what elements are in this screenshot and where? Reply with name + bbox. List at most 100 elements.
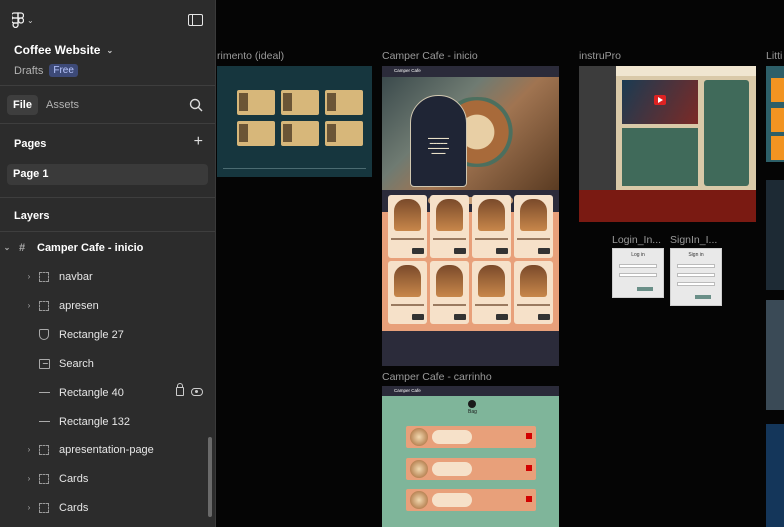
frame-partial[interactable] (766, 300, 784, 410)
frame-label[interactable]: rimento (ideal) (217, 50, 284, 62)
layer-label: Rectangle 132 (59, 415, 130, 428)
product-card (388, 261, 427, 324)
signin-title: Sign in (688, 252, 704, 258)
layer-row-rectangle-132[interactable]: Rectangle 132 (0, 407, 215, 436)
chevron-down-icon: ⌄ (106, 45, 114, 55)
add-page-icon[interactable]: + (194, 134, 203, 150)
card-thumb (237, 121, 275, 146)
card-thumb (281, 121, 319, 146)
frame-partial[interactable] (766, 424, 784, 527)
layer-row-apresentation-page[interactable]: › apresentation-page (0, 435, 215, 464)
product-card (514, 195, 553, 258)
play-icon (654, 95, 666, 105)
side-panel (704, 80, 749, 186)
layer-label: Rectangle 27 (59, 328, 124, 341)
layer-row-rectangle-27[interactable]: Rectangle 27 (0, 320, 215, 349)
nav-brand: Camper Cafe (394, 388, 421, 393)
frame-ideal[interactable] (217, 66, 372, 177)
card-thumb (325, 121, 363, 146)
chevron-right-icon[interactable]: › (24, 445, 34, 454)
layer-row-rectangle-40[interactable]: Rectangle 40 (0, 378, 215, 407)
pages-title: Pages (14, 138, 47, 150)
video-thumb (622, 80, 698, 124)
frame-camper-cafe-inicio[interactable]: Camper Cafe ▬▬▬▬▬▬ ▬▬▬▬▬ ▬▬▬▬▬▬ ▬▬▬▬ (382, 66, 559, 366)
frame-login[interactable]: Log in (612, 248, 664, 298)
product-card (472, 261, 511, 324)
layer-row-camper-cafe-inicio[interactable]: ⌄ # Camper Cafe - inicio (0, 233, 215, 262)
layer-label: Cards (59, 501, 89, 514)
hero-image: ▬▬▬▬▬▬ ▬▬▬▬▬ ▬▬▬▬▬▬ ▬▬▬▬ (382, 77, 559, 190)
drafts-link[interactable]: Drafts (14, 65, 43, 77)
eye-icon[interactable] (191, 388, 203, 396)
divider (0, 231, 215, 232)
group-icon (38, 271, 50, 283)
cart-item (406, 426, 536, 448)
frame-label[interactable]: Camper Cafe - carrinho (382, 371, 492, 383)
intro-text: ▬▬▬▬▬▬ ▬▬▬▬▬ ▬▬▬▬▬▬ ▬▬▬▬ (428, 136, 449, 155)
chevron-right-icon[interactable]: › (24, 272, 34, 281)
group-icon (38, 300, 50, 312)
layer-label: navbar (59, 270, 93, 283)
cart-item (406, 458, 536, 480)
frame-label[interactable]: Login_In... (612, 234, 661, 246)
layer-label: apresentation-page (59, 443, 154, 456)
footer (579, 190, 756, 222)
layer-label: Cards (59, 472, 89, 485)
group-icon (38, 473, 50, 485)
frame-label[interactable]: Litti (766, 50, 782, 62)
footer (382, 331, 559, 366)
lesson-panel (622, 128, 698, 186)
frame-label[interactable]: instruPro (579, 50, 621, 62)
figma-app: ⌄ Coffee Website ⌄ Drafts Free File Asse… (0, 0, 784, 527)
sidebar-tabs: File Assets (0, 86, 215, 124)
layer-row-cards[interactable]: › Cards (0, 493, 215, 522)
login-title: Log in (631, 252, 645, 258)
frame-instrupro[interactable] (579, 66, 756, 222)
layer-label: apresen (59, 299, 99, 312)
page-item-page-1[interactable]: Page 1 (7, 164, 208, 185)
left-sidebar: ⌄ Coffee Website ⌄ Drafts Free File Asse… (0, 0, 216, 527)
frame-camper-cafe-carrinho[interactable]: Camper Cafe Bag (382, 386, 559, 527)
layer-row-cards[interactable]: › Cards (0, 464, 215, 493)
image-icon (38, 358, 50, 370)
frame-label[interactable]: Camper Cafe - inicio (382, 50, 478, 62)
toggle-sidebar-icon[interactable] (188, 14, 203, 26)
card-thumb (237, 90, 275, 115)
design-canvas[interactable]: rimento (ideal) Camper Cafe - inicio ins… (217, 0, 784, 527)
file-name-button[interactable]: Coffee Website ⌄ (14, 43, 113, 57)
product-card (514, 261, 553, 324)
shield-icon (38, 329, 50, 341)
layer-label: Rectangle 40 (59, 386, 124, 399)
frame-label[interactable]: SignIn_I... (670, 234, 717, 246)
chevron-right-icon[interactable]: › (24, 474, 34, 483)
product-card (430, 261, 469, 324)
layer-label: Search (59, 357, 94, 370)
group-icon (38, 502, 50, 514)
intro-arch: ▬▬▬▬▬▬ ▬▬▬▬▬ ▬▬▬▬▬▬ ▬▬▬▬ (410, 95, 467, 187)
product-card (430, 195, 469, 258)
frame-partial[interactable] (766, 180, 784, 290)
chevron-right-icon[interactable]: › (24, 503, 34, 512)
chevron-down-icon: ⌄ (27, 15, 34, 25)
frame-signin[interactable]: Sign in (670, 248, 722, 306)
layers-scrollbar[interactable] (208, 437, 212, 517)
topbar (616, 66, 756, 76)
layer-row-search[interactable]: Search (0, 349, 215, 378)
tab-assets[interactable]: Assets (40, 95, 85, 115)
layer-row-apresen[interactable]: › apresen (0, 291, 215, 320)
main-menu-button[interactable]: ⌄ (12, 12, 34, 28)
nav-brand: Camper Cafe (394, 68, 421, 73)
layer-row-navbar[interactable]: › navbar (0, 262, 215, 291)
chevron-down-icon[interactable]: ⌄ (2, 243, 12, 252)
product-card (388, 195, 427, 258)
search-icon[interactable] (189, 98, 203, 112)
navbar: Camper Cafe (382, 386, 559, 396)
line-icon (38, 416, 50, 428)
product-card (472, 195, 511, 258)
chevron-right-icon[interactable]: › (24, 301, 34, 310)
frame-litti[interactable] (766, 66, 784, 162)
navbar: Camper Cafe (382, 66, 559, 77)
cart-item (406, 489, 536, 511)
lock-icon[interactable] (176, 383, 184, 396)
tab-file[interactable]: File (7, 95, 38, 115)
